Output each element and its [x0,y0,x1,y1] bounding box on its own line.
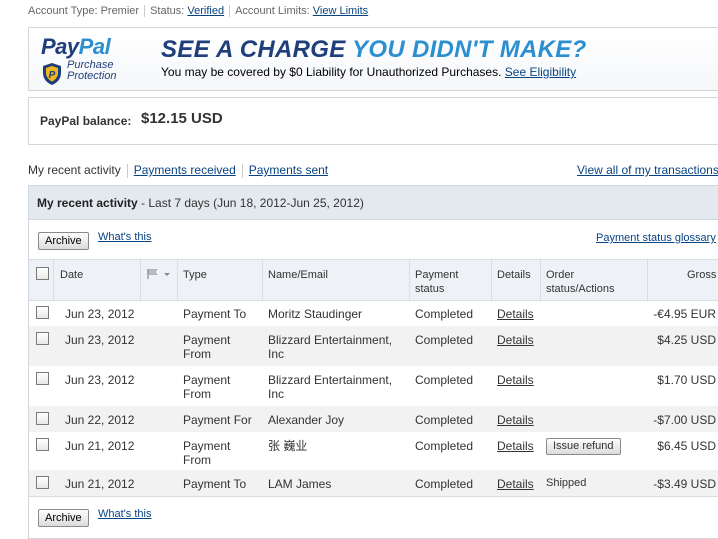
row-status: Completed [415,333,474,347]
row-date: Jun 22, 2012 [65,413,135,427]
tab-my-recent-activity[interactable]: My recent activity [28,163,121,177]
whats-this-link[interactable]: What's this [98,231,151,243]
tab-payments-received[interactable]: Payments received [134,163,236,177]
issue-refund-button[interactable]: Issue refund [546,438,621,455]
header-gross: Gross [687,269,717,281]
row-gross: -€4.95 EUR [653,307,716,321]
divider [29,496,718,497]
panel-header: My recent activity - Last 7 days (Jun 18… [29,186,718,220]
row-status: Completed [415,477,474,491]
table-header: Date Type Name/Email Payment status Detai… [29,259,718,301]
row-details-link[interactable]: Details [497,413,534,427]
row-name: Moritz Staudinger [268,307,363,321]
payment-status-glossary-link[interactable]: Payment status glossary [596,232,716,244]
header-details: Details [497,269,531,281]
view-limits-link[interactable]: View Limits [313,5,368,17]
row-type: Payment From [183,439,231,467]
row-checkbox[interactable] [36,476,49,489]
paypal-purchase-protection-logo: PayPal P Purchase Protection [41,34,151,86]
row-status: Completed [415,307,474,321]
status-label: Status: [150,5,185,17]
header-payment-status: Payment status [415,269,459,295]
row-details-link[interactable]: Details [497,477,534,491]
row-status: Completed [415,413,474,427]
table-row[interactable]: Jun 21, 2012 Payment From 张 巍业 Completed … [29,432,718,470]
row-name: LAM James [268,477,332,491]
activity-tabs: My recent activity Payments received Payme… [28,163,328,178]
divider [241,163,243,178]
view-all-transactions-link[interactable]: View all of my transactions [577,163,718,177]
row-details-link[interactable]: Details [497,439,534,453]
divider [144,5,146,18]
purchase-protection-banner[interactable]: PayPal P Purchase Protection SEE A CHARGE… [28,27,718,91]
archive-button[interactable]: Archive [38,232,89,250]
paypal-wordmark: PayPal [41,34,111,59]
logo-subtitle: Purchase Protection [67,59,117,82]
limits-label: Account Limits: [235,5,310,17]
row-type: Payment To [183,307,247,321]
row-checkbox[interactable] [36,332,49,345]
balance-label: PayPal balance: [40,114,132,128]
divider [229,5,231,18]
row-gross: $6.45 USD [657,439,716,453]
shield-icon: P [43,63,61,85]
balance-amount: $12.15 USD [141,110,223,127]
table-row[interactable]: Jun 23, 2012 Payment To Moritz Staudinge… [29,301,718,326]
table-row[interactable]: Jun 23, 2012 Payment From Blizzard Entert… [29,326,718,366]
row-checkbox[interactable] [36,438,49,451]
divider [126,163,128,178]
row-status: Completed [415,373,474,387]
recent-activity-panel: My recent activity - Last 7 days (Jun 18… [28,185,718,539]
panel-title: My recent activity - Last 7 days (Jun 18… [37,196,364,210]
flag-filter-icon[interactable] [146,268,174,280]
select-all-checkbox[interactable] [36,267,49,280]
svg-text:P: P [49,70,56,81]
banner-subline: You may be covered by $0 Liability for U… [161,65,577,79]
row-checkbox[interactable] [36,372,49,385]
header-name-email: Name/Email [268,269,328,281]
row-name: Blizzard Entertainment, Inc [268,333,393,361]
row-type: Payment To [183,477,247,491]
row-details-link[interactable]: Details [497,373,534,387]
row-name: Alexander Joy [268,413,345,427]
row-name: 张 巍业 [268,439,308,453]
account-type: Account Type: Premier [28,5,140,17]
balance-box: PayPal balance: $12.15 USD [28,97,718,145]
row-checkbox[interactable] [36,306,49,319]
order-status-shipped: Shipped [546,477,587,489]
banner-headline: SEE A CHARGE YOU DIDN'T MAKE? [161,36,587,63]
row-gross: -$3.49 USD [653,477,716,491]
row-date: Jun 23, 2012 [65,307,135,321]
row-type: Payment From [183,373,231,401]
row-date: Jun 23, 2012 [65,333,135,347]
row-checkbox[interactable] [36,412,49,425]
row-name: Blizzard Entertainment, Inc [268,373,393,401]
table-row[interactable]: Jun 22, 2012 Payment For Alexander Joy C… [29,406,718,432]
row-type: Payment From [183,333,231,361]
header-date[interactable]: Date [60,268,83,282]
see-eligibility-link[interactable]: See Eligibility [505,65,576,79]
status-verified-link[interactable]: Verified [187,5,224,17]
row-details-link[interactable]: Details [497,307,534,321]
row-date: Jun 21, 2012 [65,439,135,453]
whats-this-link-bottom[interactable]: What's this [98,508,151,520]
row-gross: $1.70 USD [657,373,716,387]
row-gross: $4.25 USD [657,333,716,347]
row-type: Payment For [183,413,252,427]
row-date: Jun 23, 2012 [65,373,135,387]
table-row[interactable]: Jun 21, 2012 Payment To LAM James Comple… [29,470,718,496]
row-date: Jun 21, 2012 [65,477,135,491]
header-order-status: Order status/Actions [546,269,615,295]
account-status-bar: Account Type: Premier Status: Verified Acc… [28,5,368,18]
row-gross: -$7.00 USD [653,413,716,427]
table-row[interactable]: Jun 23, 2012 Payment From Blizzard Entert… [29,366,718,406]
header-type: Type [183,269,207,281]
tab-payments-sent[interactable]: Payments sent [249,163,328,177]
row-status: Completed [415,439,474,453]
archive-button-bottom[interactable]: Archive [38,509,89,527]
row-details-link[interactable]: Details [497,333,534,347]
